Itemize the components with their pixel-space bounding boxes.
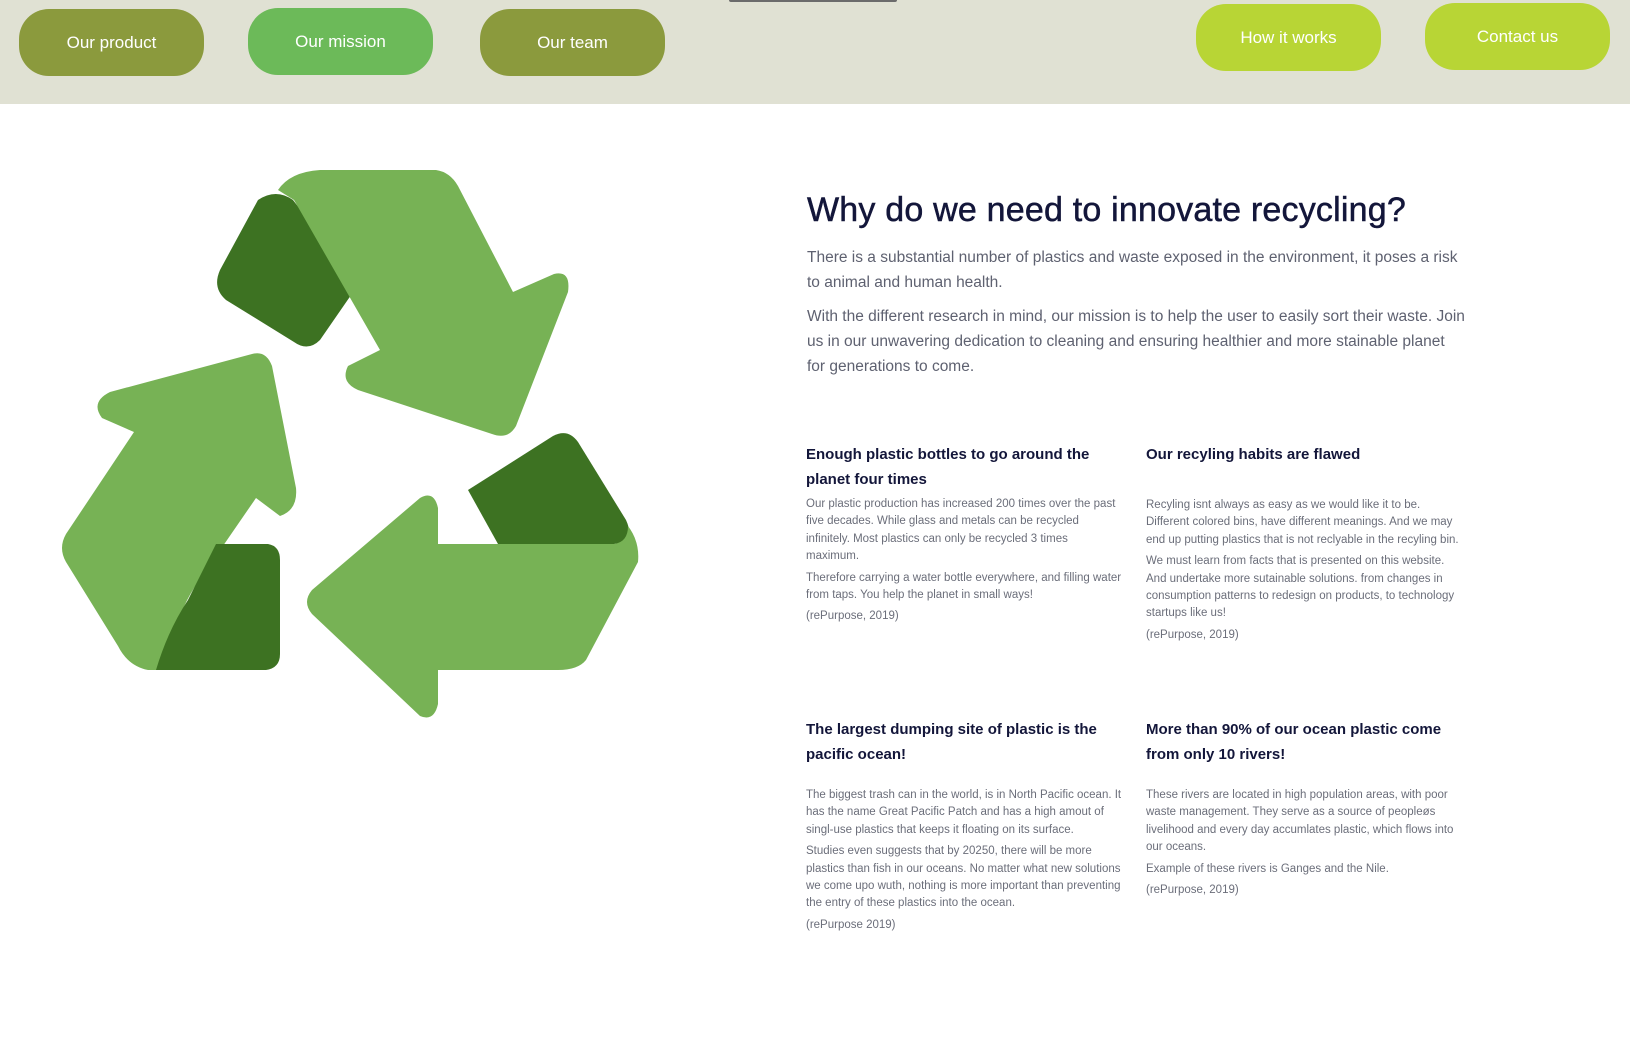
fact-paragraph: Recyling isnt always as easy as we would…: [1146, 499, 1459, 546]
intro-paragraph: With the different research in mind, our…: [807, 307, 1465, 375]
main-content: Why do we need to innovate recycling? Th…: [807, 190, 1467, 388]
fact-source: (rePurpose 2019): [806, 918, 896, 931]
intro-text: There is a substantial number of plastic…: [807, 245, 1467, 379]
recycle-icon: [58, 170, 678, 750]
fact-source: (rePurpose, 2019): [806, 610, 899, 623]
top-navigation-bar: Our product Our mission Our team How it …: [0, 0, 1630, 104]
our-mission-button[interactable]: Our mission: [248, 8, 433, 75]
intro-paragraph: There is a substantial number of plastic…: [807, 248, 1458, 291]
our-team-button[interactable]: Our team: [480, 9, 665, 76]
fact-source: (rePurpose, 2019): [1146, 884, 1239, 897]
fact-title: The largest dumping site of plastic is t…: [806, 721, 1097, 763]
fact-paragraph: Therefore carrying a water bottle everyw…: [806, 571, 1122, 602]
scroll-indicator: [729, 0, 897, 2]
fact-card-ten-rivers: More than 90% of our ocean plastic come …: [1146, 717, 1464, 899]
fact-card-pacific-dumping: The largest dumping site of plastic is t…: [806, 717, 1124, 934]
fact-paragraph: Our plastic production has increased 200…: [806, 498, 1116, 563]
fact-title: More than 90% of our ocean plastic come …: [1146, 721, 1442, 763]
how-it-works-button[interactable]: How it works: [1196, 4, 1381, 71]
fact-paragraph: Example of these rivers is Ganges and th…: [1146, 862, 1389, 875]
fact-paragraph: The biggest trash can in the world, is i…: [806, 789, 1122, 836]
fact-paragraph: We must learn from facts that is present…: [1146, 555, 1455, 620]
fact-source: (rePurpose, 2019): [1146, 628, 1239, 641]
fact-paragraph: These rivers are located in high populat…: [1146, 789, 1454, 854]
our-product-button[interactable]: Our product: [19, 9, 204, 76]
fact-paragraph: Studies even suggests that by 20250, the…: [806, 845, 1121, 910]
fact-card-recycling-habits: Our recyling habits are flawed Recyling …: [1146, 442, 1464, 644]
fact-title: Our recyling habits are flawed: [1146, 446, 1361, 463]
fact-card-plastic-bottles: Enough plastic bottles to go around the …: [806, 442, 1124, 626]
fact-title: Enough plastic bottles to go around the …: [806, 446, 1090, 488]
contact-us-button[interactable]: Contact us: [1425, 3, 1610, 70]
page-title: Why do we need to innovate recycling?: [807, 191, 1406, 229]
